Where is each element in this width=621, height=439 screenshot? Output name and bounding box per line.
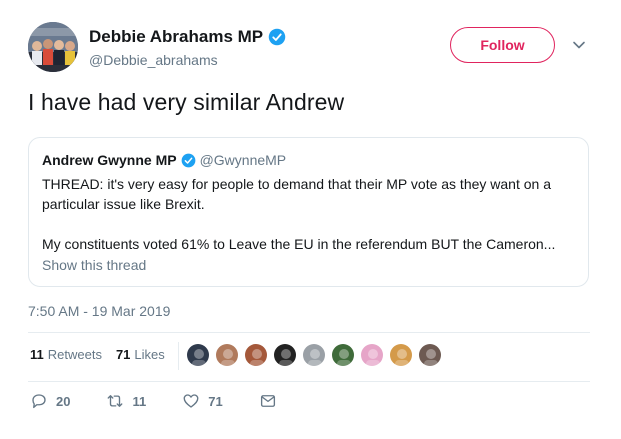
retweets-label[interactable]: Retweets <box>48 347 102 362</box>
liker-avatars <box>186 343 447 367</box>
divider <box>28 332 590 333</box>
heart-icon <box>183 394 199 408</box>
reply-button[interactable]: 20 <box>30 392 70 410</box>
chevron-down-icon[interactable] <box>572 38 586 52</box>
follow-button[interactable]: Follow <box>450 27 555 63</box>
author-display-name[interactable]: Debbie Abrahams MP <box>89 27 263 47</box>
retweet-count: 11 <box>132 393 147 409</box>
divider <box>28 381 590 382</box>
reply-icon <box>32 394 46 409</box>
quoted-tweet-card[interactable]: Andrew Gwynne MP @GwynneMP THREAD: it's … <box>28 137 589 287</box>
liker-avatar[interactable] <box>418 343 442 367</box>
liker-avatar[interactable] <box>244 343 268 367</box>
liker-avatar[interactable] <box>186 343 210 367</box>
quoted-tweet-text: THREAD: it's very easy for people to dem… <box>42 174 572 254</box>
verified-icon <box>181 153 195 167</box>
liker-avatar[interactable] <box>215 343 239 367</box>
envelope-icon <box>260 395 275 407</box>
retweet-icon <box>108 395 123 407</box>
reply-count: 20 <box>56 393 71 409</box>
quoted-text-line: My constituents voted 61% to Leave the E… <box>42 236 556 252</box>
author-handle[interactable]: @Debbie_abrahams <box>89 52 218 68</box>
tweet-text: I have had very similar Andrew <box>28 89 345 115</box>
quoted-text-line: particular issue like Brexit. <box>42 196 205 212</box>
direct-message-button[interactable] <box>259 392 277 410</box>
liker-avatar[interactable] <box>302 343 326 367</box>
tweet-stats: 11 Retweets 71 Likes <box>30 347 165 362</box>
liker-avatar[interactable] <box>273 343 297 367</box>
liker-avatar[interactable] <box>389 343 413 367</box>
tweet-header: Debbie Abrahams MP @Debbie_abrahams Foll… <box>28 22 598 74</box>
tweet-timestamp[interactable]: 7:50 AM - 19 Mar 2019 <box>28 303 170 319</box>
author-avatar[interactable] <box>28 22 78 72</box>
tweet-actions: 20 11 71 <box>30 392 313 410</box>
verified-icon <box>268 28 286 46</box>
quoted-author-name: Andrew Gwynne MP <box>42 152 177 168</box>
divider <box>178 342 179 370</box>
retweets-count[interactable]: 11 <box>30 347 44 362</box>
liker-avatar[interactable] <box>360 343 384 367</box>
show-thread-link[interactable]: Show this thread <box>42 257 146 273</box>
retweet-button[interactable]: 11 <box>106 392 146 410</box>
quoted-author-handle: @GwynneMP <box>199 152 287 168</box>
likes-label[interactable]: Likes <box>134 347 164 362</box>
like-button[interactable]: 71 <box>182 392 223 410</box>
liker-avatar[interactable] <box>331 343 355 367</box>
like-count: 71 <box>208 393 223 409</box>
quoted-text-line: THREAD: it's very easy for people to dem… <box>42 176 551 192</box>
likes-count[interactable]: 71 <box>116 347 130 362</box>
